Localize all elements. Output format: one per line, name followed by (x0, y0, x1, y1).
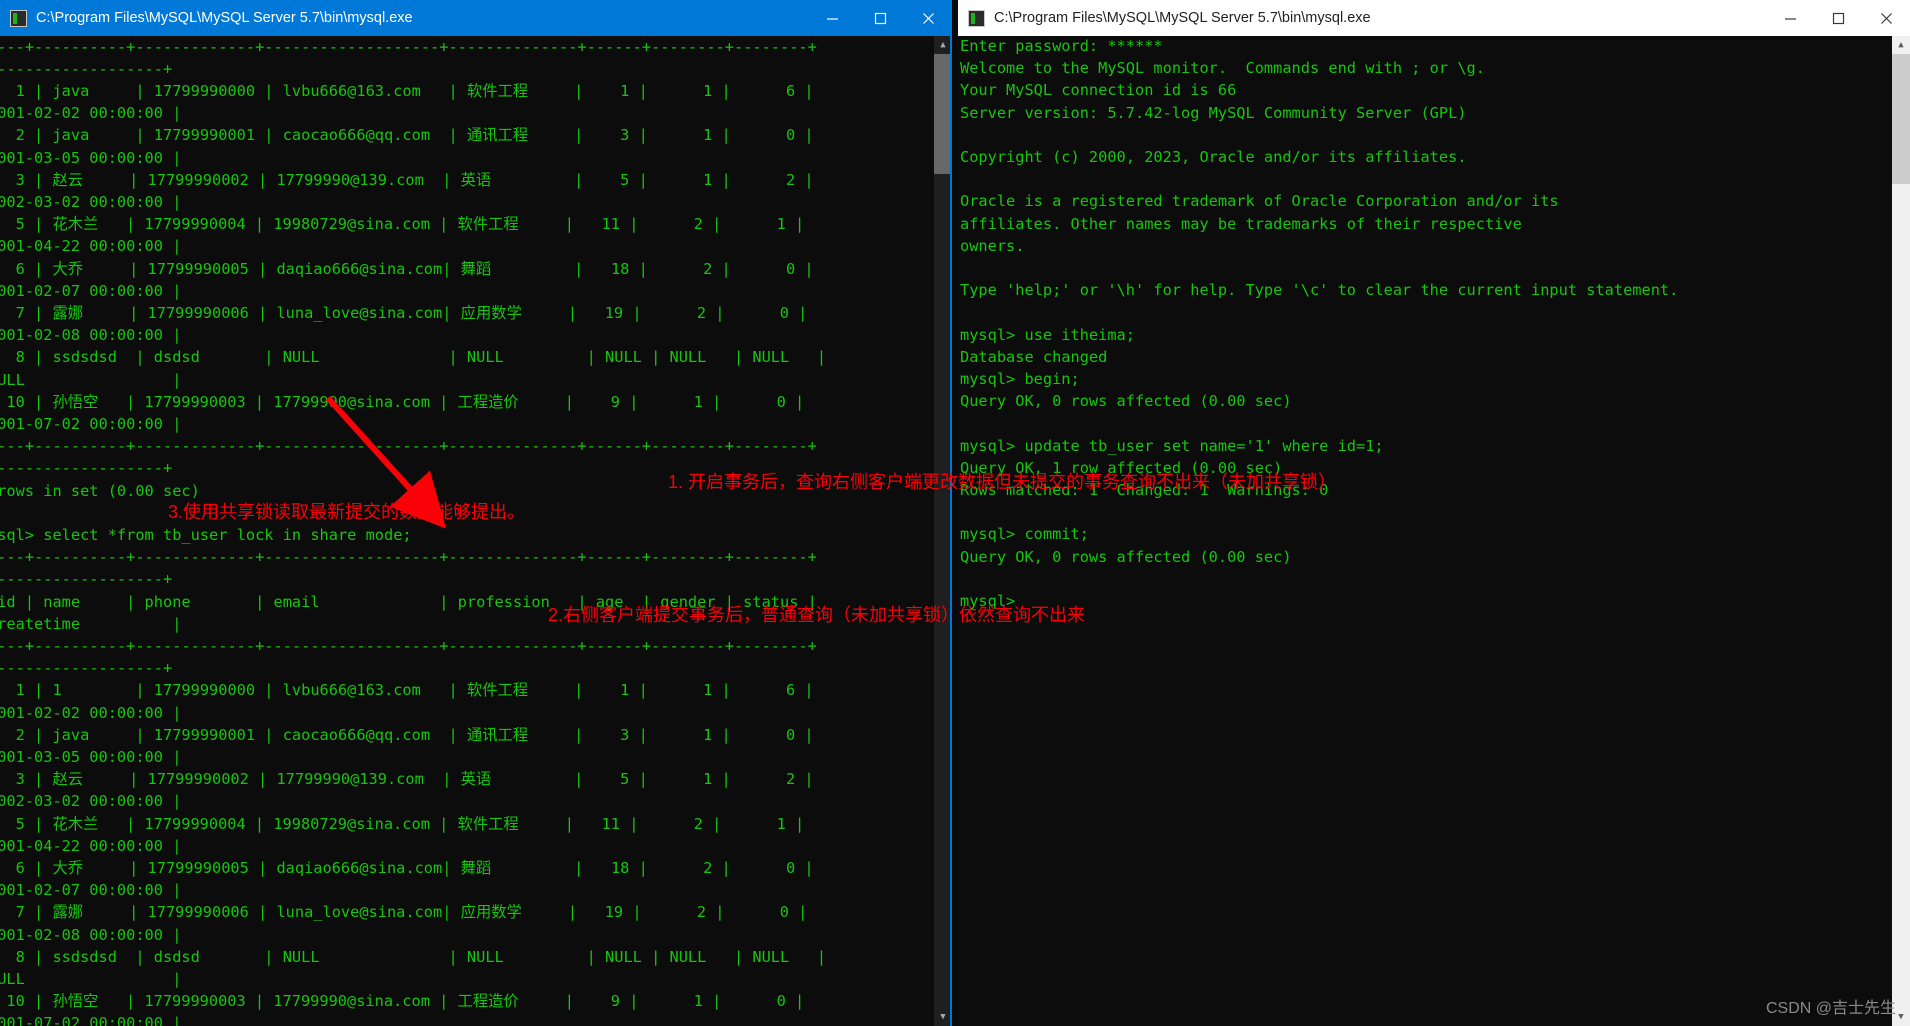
right-window-controls (1766, 0, 1910, 36)
right-vertical-scrollbar[interactable]: ▲ ▼ (1892, 36, 1910, 1026)
close-button[interactable] (904, 0, 952, 36)
maximize-button[interactable] (856, 0, 904, 36)
right-window-title: C:\Program Files\MySQL\MySQL Server 5.7\… (994, 10, 1371, 26)
right-titlebar[interactable]: C:\Program Files\MySQL\MySQL Server 5.7\… (958, 0, 1910, 36)
annotation-note-2: 2.右侧客户端提交事务后，普通查询（未加共享锁）依然查询不出来 (548, 605, 1086, 625)
csdn-watermark: CSDN @吉士先生 (1765, 1000, 1896, 1017)
right-scroll-thumb[interactable] (1892, 54, 1910, 184)
left-titlebar[interactable]: C:\Program Files\MySQL\MySQL Server 5.7\… (0, 0, 952, 36)
right-terminal-output: Enter password: ****** Welcome to the My… (960, 37, 1679, 611)
left-window-title: C:\Program Files\MySQL\MySQL Server 5.7\… (36, 10, 413, 26)
minimize-button[interactable] (1766, 0, 1814, 36)
scroll-up-icon[interactable]: ▲ (1892, 36, 1910, 54)
left-console-text-area: ----+----------+-------------+----------… (0, 36, 934, 1026)
annotation-note-3: 3.使用共享锁读取最新提交的数据能够提出。 (168, 502, 526, 522)
maximize-button[interactable] (1814, 0, 1862, 36)
left-console-body[interactable]: ----+----------+-------------+----------… (0, 36, 952, 1026)
annotation-note-1: 1. 开启事务后，查询右侧客户端更改数据但未提交的事务查询不出来（未加共享锁） (668, 472, 1337, 492)
minimize-button[interactable] (808, 0, 856, 36)
screen-root: C:\Program Files\MySQL\MySQL Server 5.7\… (0, 0, 1910, 1026)
console-icon (968, 9, 985, 27)
left-window-controls (808, 0, 952, 36)
console-icon (10, 9, 27, 27)
right-console-text-area: Enter password: ****** Welcome to the My… (958, 36, 1892, 1026)
window-edge-accent (950, 36, 952, 1026)
left-terminal-output: ----+----------+-------------+----------… (0, 37, 827, 1026)
close-button[interactable] (1862, 0, 1910, 36)
right-console-body[interactable]: Enter password: ****** Welcome to the My… (958, 36, 1910, 1026)
right-console-window[interactable]: C:\Program Files\MySQL\MySQL Server 5.7\… (958, 0, 1910, 1026)
